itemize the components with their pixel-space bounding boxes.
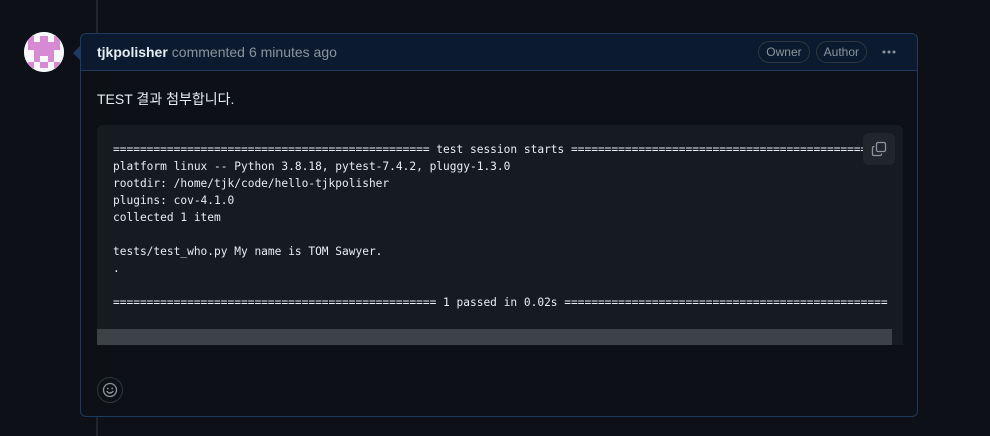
horizontal-scrollbar[interactable] (97, 329, 903, 345)
copy-code-button[interactable] (863, 133, 895, 165)
comment-timestamp[interactable]: 6 minutes ago (249, 44, 337, 60)
comment-header: tjkpolisher commented 6 minutes ago Owne… (81, 34, 917, 71)
owner-badge: Owner (758, 41, 810, 63)
author-badge: Author (815, 41, 867, 63)
comment-action-text: commented (171, 44, 245, 60)
smiley-icon (102, 382, 118, 398)
code-line: tests/test_who.py My name is TOM Sawyer. (113, 245, 383, 258)
code-line: rootdir: /home/tjk/code/hello-tjkpolishe… (113, 177, 390, 190)
add-reaction-button[interactable] (97, 377, 123, 403)
identicon-avatar-icon (24, 32, 64, 72)
code-block: ========================================… (97, 125, 903, 345)
code-line: . (113, 262, 120, 275)
scrollbar-thumb[interactable] (97, 329, 892, 345)
comment-header-actions: Owner Author (758, 41, 901, 63)
code-line: collected 1 item (113, 211, 221, 224)
code-line: platform linux -- Python 3.8.18, pytest-… (113, 160, 511, 173)
kebab-horizontal-icon (882, 50, 896, 54)
comment-box: tjkpolisher commented 6 minutes ago Owne… (73, 33, 918, 417)
comment-options-button[interactable] (877, 42, 901, 62)
code-line: ========================================… (113, 296, 888, 309)
comment-body-text: TEST 결과 첨부합니다. (97, 91, 235, 107)
code-content: ========================================… (113, 141, 888, 311)
comment-author-link[interactable]: tjkpolisher (97, 44, 168, 60)
copy-icon (871, 141, 887, 157)
code-line: plugins: cov-4.1.0 (113, 194, 235, 207)
avatar[interactable] (24, 32, 64, 72)
code-line: ========================================… (113, 143, 888, 156)
